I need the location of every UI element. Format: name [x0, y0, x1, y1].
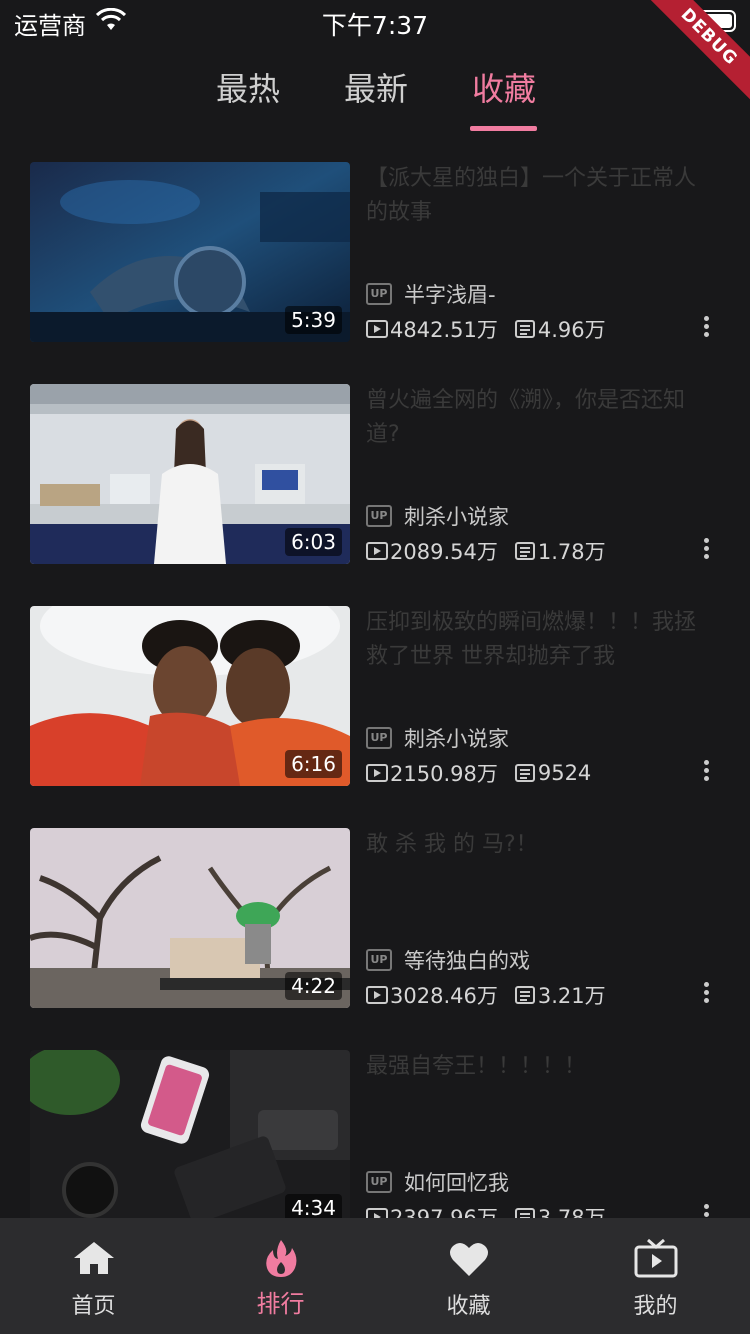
danmaku-count: 1.78万	[537, 540, 606, 564]
video-title[interactable]: 敢 杀 我 的 马?！	[366, 828, 716, 862]
video-item[interactable]: 6:16 压抑到极致的瞬间燃爆！！！我拯救了世界 世界却抛弃了我 UP 刺杀小说…	[0, 606, 750, 786]
play-count: 3028.46万	[390, 984, 498, 1008]
uploader-name[interactable]: 如何回忆我	[404, 1167, 509, 1197]
nav-mine[interactable]: 我的	[562, 1218, 749, 1334]
more-options-icon[interactable]	[702, 316, 710, 342]
status-bar: 运营商 下午7:37	[0, 0, 750, 44]
play-count: 4842.51万	[390, 318, 498, 342]
uploader-name[interactable]: 等待独白的戏	[404, 945, 530, 975]
flame-icon	[265, 1240, 296, 1277]
up-badge-icon: UP	[366, 283, 392, 305]
video-duration: 6:16	[285, 750, 342, 778]
home-icon	[73, 1242, 114, 1274]
nav-favorites-label: 收藏	[446, 1294, 491, 1319]
danmaku-count-icon	[514, 320, 535, 338]
heart-icon	[449, 1242, 488, 1276]
video-thumbnail[interactable]: 4:34	[30, 1050, 350, 1218]
more-options-icon[interactable]	[702, 538, 710, 564]
uploader-row[interactable]: UP 等待独白的戏	[366, 946, 530, 974]
danmaku-count: 4.96万	[537, 318, 606, 342]
tab-indicator	[470, 126, 537, 131]
danmaku-count: 3.21万	[537, 984, 606, 1008]
video-duration: 6:03	[285, 528, 342, 556]
uploader-row[interactable]: UP 如何回忆我	[366, 1168, 509, 1196]
danmaku-count-icon	[514, 542, 535, 560]
clock: 下午7:37	[321, 11, 429, 40]
up-badge-icon: UP	[366, 949, 392, 971]
top-tabs: 最热 最新 收藏	[0, 58, 750, 138]
danmaku-count-icon	[514, 764, 535, 782]
more-options-icon[interactable]	[702, 760, 710, 786]
video-thumbnail[interactable]: 5:39	[30, 162, 350, 342]
play-count-icon	[366, 1208, 388, 1218]
uploader-name[interactable]: 刺杀小说家	[404, 501, 509, 531]
video-title[interactable]: 最强自夸王！！！！！	[366, 1050, 716, 1084]
tv-icon	[634, 1238, 677, 1278]
video-title[interactable]: 曾火遍全网的《溯》，你是否还知道?	[366, 384, 716, 452]
video-duration: 4:34	[285, 1194, 342, 1218]
video-duration: 4:22	[285, 972, 342, 1000]
nav-home[interactable]: 首页	[0, 1218, 187, 1334]
danmaku-count-icon	[514, 1208, 535, 1218]
video-item[interactable]: 5:39 【派大星的独白】一个关于正常人的故事 UP 半字浅眉- 4842.51…	[0, 162, 750, 342]
play-count-icon	[366, 542, 388, 560]
play-count: 2397.96万	[390, 1206, 498, 1218]
danmaku-count: 3.78万	[537, 1206, 606, 1218]
video-item[interactable]: 6:03 曾火遍全网的《溯》，你是否还知道? UP 刺杀小说家 2089.54万…	[0, 384, 750, 564]
video-stats: 2150.98万 9524	[366, 756, 607, 790]
nav-home-label: 首页	[71, 1294, 116, 1319]
video-thumbnail[interactable]: 6:16	[30, 606, 350, 786]
more-options-icon[interactable]	[702, 1204, 710, 1218]
uploader-row[interactable]: UP 半字浅眉-	[366, 280, 496, 308]
video-duration: 5:39	[285, 306, 342, 334]
danmaku-count-icon	[514, 986, 535, 1004]
video-stats: 3028.46万 3.21万	[366, 978, 622, 1012]
danmaku-count: 9524	[537, 761, 592, 785]
more-options-icon[interactable]	[702, 982, 710, 1008]
video-title[interactable]: 【派大星的独白】一个关于正常人的故事	[366, 162, 716, 230]
nav-favorites[interactable]: 收藏	[375, 1218, 562, 1334]
video-item[interactable]: 4:22 敢 杀 我 的 马?！ UP 等待独白的戏 3028.46万 3.21…	[0, 828, 750, 1008]
uploader-row[interactable]: UP 刺杀小说家	[366, 502, 509, 530]
video-title[interactable]: 压抑到极致的瞬间燃爆！！！我拯救了世界 世界却抛弃了我	[366, 606, 716, 674]
play-count-icon	[366, 986, 388, 1004]
video-thumbnail[interactable]: 4:22	[30, 828, 350, 1008]
tab-newest[interactable]: 最新	[344, 64, 408, 110]
tab-favorites[interactable]: 收藏	[472, 64, 536, 110]
play-count: 2089.54万	[390, 540, 498, 564]
uploader-name[interactable]: 半字浅眉-	[404, 279, 496, 309]
nav-mine-label: 我的	[633, 1294, 678, 1319]
uploader-row[interactable]: UP 刺杀小说家	[366, 724, 509, 752]
play-count-icon	[366, 320, 388, 338]
tab-hot[interactable]: 最热	[216, 64, 280, 110]
video-stats: 4842.51万 4.96万	[366, 312, 622, 346]
up-badge-icon: UP	[366, 727, 392, 749]
video-item[interactable]: 4:34 最强自夸王！！！！！ UP 如何回忆我 2397.96万 3.78万	[0, 1050, 750, 1218]
up-badge-icon: UP	[366, 505, 392, 527]
video-stats: 2397.96万 3.78万	[366, 1200, 622, 1218]
play-count-icon	[366, 764, 388, 782]
up-badge-icon: UP	[366, 1171, 392, 1193]
nav-ranking[interactable]: 排行	[187, 1218, 374, 1334]
bottom-navigation: 首页 排行 收藏 我的	[0, 1218, 750, 1334]
play-count: 2150.98万	[390, 762, 498, 786]
uploader-name[interactable]: 刺杀小说家	[404, 723, 509, 753]
video-list[interactable]: 5:39 【派大星的独白】一个关于正常人的故事 UP 半字浅眉- 4842.51…	[0, 140, 750, 1218]
video-stats: 2089.54万 1.78万	[366, 534, 622, 568]
nav-ranking-label: 排行	[256, 1290, 305, 1318]
video-thumbnail[interactable]: 6:03	[30, 384, 350, 564]
